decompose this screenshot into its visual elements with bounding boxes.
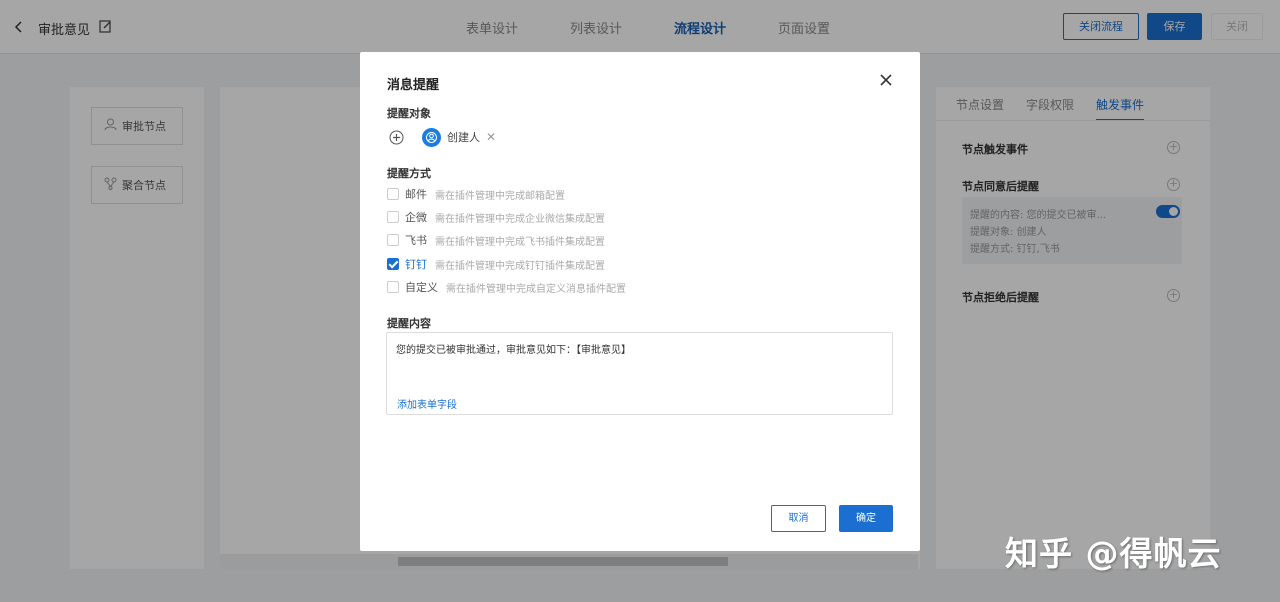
- message-reminder-dialog: 消息提醒 提醒对象 创建人 ✕ 提醒方式 邮件 需在插件管理中完成邮箱配置 企微…: [360, 52, 920, 551]
- confirm-button[interactable]: 确定: [839, 505, 893, 532]
- method-hint: 需在插件管理中完成飞书插件集成配置: [435, 236, 605, 248]
- add-form-field-link[interactable]: 添加表单字段: [397, 396, 457, 411]
- method-name: 企微: [405, 211, 427, 224]
- method-hint: 需在插件管理中完成钉钉插件集成配置: [435, 260, 605, 272]
- method-name: 邮件: [405, 188, 427, 201]
- custom-checkbox[interactable]: [387, 281, 399, 293]
- dialog-title: 消息提醒: [387, 78, 440, 93]
- feishu-checkbox[interactable]: [387, 234, 399, 246]
- method-hint: 需在插件管理中完成邮箱配置: [435, 190, 565, 202]
- recipients-label: 提醒对象: [387, 107, 431, 120]
- watermark: 知乎 @得帆云: [1005, 534, 1222, 573]
- method-option-custom[interactable]: 自定义 需在插件管理中完成自定义消息插件配置: [387, 280, 626, 295]
- person-icon: [422, 127, 441, 147]
- remove-recipient-icon[interactable]: ✕: [486, 130, 496, 144]
- method-name: 自定义: [405, 281, 438, 294]
- method-name: 飞书: [405, 234, 427, 247]
- content-text: 您的提交已被审批通过，审批意见如下：【审批意见】: [396, 345, 631, 356]
- method-hint: 需在插件管理中完成自定义消息插件配置: [446, 283, 626, 295]
- recipient-chip: 创建人 ✕: [422, 126, 502, 148]
- cancel-button[interactable]: 取消: [771, 505, 826, 532]
- method-option-email[interactable]: 邮件 需在插件管理中完成邮箱配置: [387, 187, 565, 202]
- email-checkbox[interactable]: [387, 188, 399, 200]
- dingtalk-checkbox[interactable]: [387, 258, 399, 270]
- content-textarea[interactable]: 您的提交已被审批通过，审批意见如下：【审批意见】 添加表单字段: [386, 332, 893, 415]
- add-recipient-icon[interactable]: [389, 130, 404, 145]
- content-label: 提醒内容: [387, 317, 431, 330]
- method-option-wecom[interactable]: 企微 需在插件管理中完成企业微信集成配置: [387, 210, 605, 225]
- method-option-dingtalk[interactable]: 钉钉 需在插件管理中完成钉钉插件集成配置: [387, 257, 605, 272]
- wecom-checkbox[interactable]: [387, 211, 399, 223]
- method-name: 钉钉: [405, 258, 427, 271]
- method-hint: 需在插件管理中完成企业微信集成配置: [435, 213, 605, 225]
- close-icon[interactable]: [878, 72, 894, 88]
- recipient-name: 创建人: [447, 131, 480, 144]
- method-option-feishu[interactable]: 飞书 需在插件管理中完成飞书插件集成配置: [387, 233, 605, 248]
- methods-label: 提醒方式: [387, 167, 431, 180]
